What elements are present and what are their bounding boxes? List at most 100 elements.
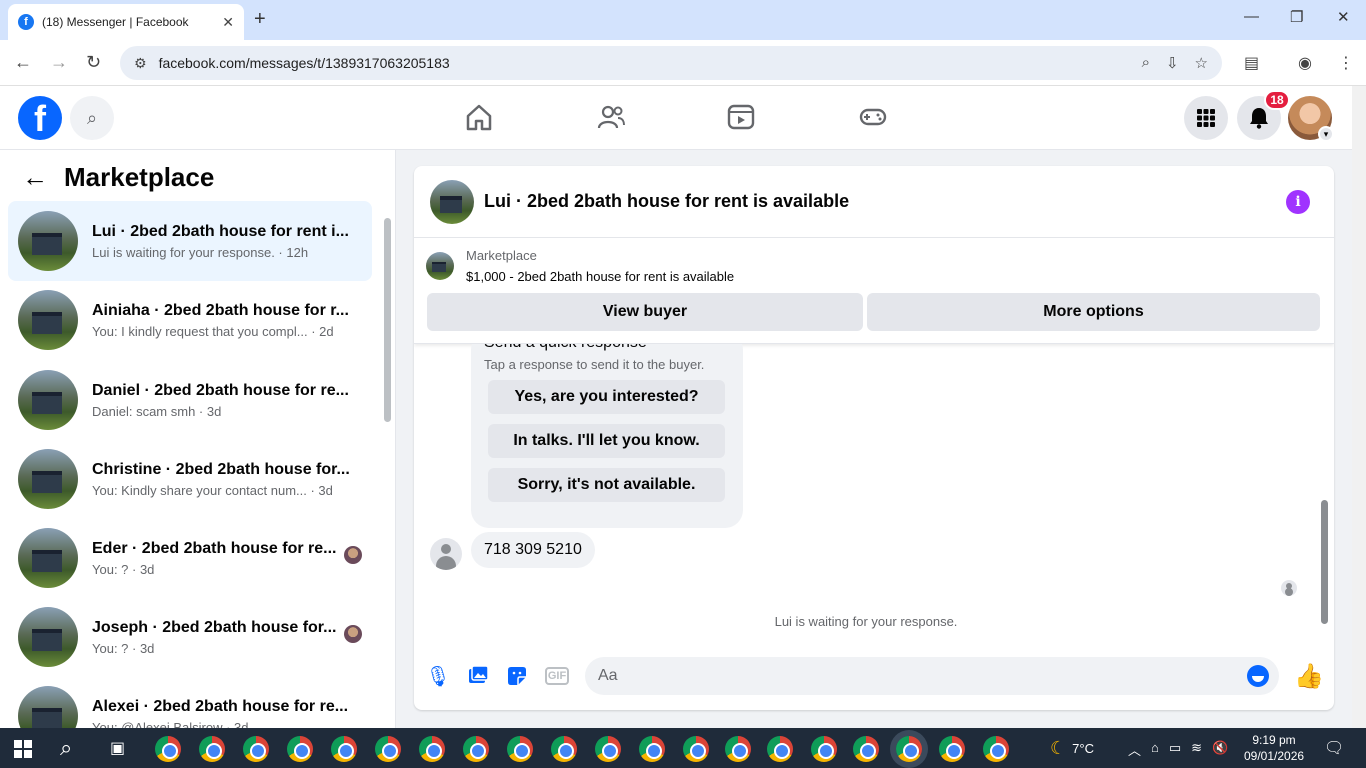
- taskbar-clock[interactable]: 9:19 pm 09/01/2026: [1244, 732, 1304, 764]
- chrome-app-icon[interactable]: [331, 736, 357, 762]
- facebook-favicon-icon: f: [18, 14, 34, 30]
- listing-thumbnail[interactable]: [426, 252, 454, 280]
- emoji-icon[interactable]: [1247, 665, 1269, 687]
- close-tab-icon[interactable]: ✕: [222, 14, 234, 31]
- battery-icon[interactable]: ▭: [1169, 740, 1181, 759]
- quick-response-button[interactable]: Sorry, it's not available.: [488, 468, 725, 502]
- conversation-preview: You: I kindly request that you compl... …: [92, 323, 334, 339]
- chrome-app-icon[interactable]: [199, 736, 225, 762]
- reload-icon[interactable]: ↻: [86, 52, 101, 73]
- chat-scroll-thumb[interactable]: [1321, 500, 1328, 624]
- weather-widget[interactable]: ☾ 7°C: [1050, 738, 1094, 759]
- quick-response-card: Send a quick response Tap a response to …: [471, 344, 743, 528]
- facebook-logo-icon[interactable]: f: [18, 96, 62, 140]
- chat-title[interactable]: Lui · 2bed 2bath house for rent is avail…: [484, 191, 849, 212]
- sticker-icon[interactable]: [505, 664, 529, 688]
- conversation-name: Joseph · 2bed 2bath house for...: [92, 618, 337, 636]
- chevron-up-icon[interactable]: ︿: [1128, 740, 1141, 759]
- chrome-app-icon[interactable]: [507, 736, 533, 762]
- quick-response-button[interactable]: In talks. I'll let you know.: [488, 424, 725, 458]
- info-icon[interactable]: i: [1286, 190, 1310, 214]
- listing-title[interactable]: $1,000 - 2bed 2bath house for rent is av…: [466, 269, 734, 284]
- chrome-app-icon[interactable]: [419, 736, 445, 762]
- browser-tab[interactable]: f (18) Messenger | Facebook ✕: [8, 4, 244, 40]
- windows-start-icon[interactable]: [14, 740, 32, 758]
- view-buyer-button[interactable]: View buyer: [427, 293, 863, 331]
- new-tab-icon[interactable]: +: [254, 8, 266, 31]
- conversation-item[interactable]: Daniel · 2bed 2bath house for re... Dani…: [8, 360, 372, 440]
- sender-avatar[interactable]: [430, 538, 462, 570]
- chrome-app-icon[interactable]: [639, 736, 665, 762]
- moon-icon: ☾: [1050, 738, 1067, 758]
- chrome-app-icon[interactable]: [725, 736, 751, 762]
- conversation-item[interactable]: Ainiaha · 2bed 2bath house for r... You:…: [8, 280, 372, 360]
- friends-icon[interactable]: [596, 102, 626, 132]
- notification-center-icon[interactable]: 🗨: [1324, 738, 1344, 758]
- chrome-app-icon[interactable]: [939, 736, 965, 762]
- wifi-icon[interactable]: ≋: [1191, 740, 1202, 759]
- task-view-icon[interactable]: ▣: [110, 738, 125, 758]
- photo-icon[interactable]: [466, 664, 490, 688]
- conversation-item[interactable]: Eder · 2bed 2bath house for re... You: ?…: [8, 518, 372, 598]
- conversation-preview: You: ? · 3d: [92, 640, 155, 656]
- search-icon[interactable]: ⌕: [70, 96, 114, 140]
- home-icon[interactable]: [464, 102, 494, 132]
- chrome-app-icon[interactable]: [983, 736, 1009, 762]
- quick-response-button[interactable]: Yes, are you interested?: [488, 380, 725, 414]
- back-arrow-icon[interactable]: ←: [22, 162, 48, 193]
- sidebar-scroll-thumb[interactable]: [384, 218, 391, 422]
- back-icon[interactable]: ←: [14, 52, 32, 73]
- chrome-app-icon[interactable]: [767, 736, 793, 762]
- conversation-item[interactable]: Christine · 2bed 2bath house for... You:…: [8, 439, 372, 519]
- chrome-app-icon[interactable]: [896, 736, 922, 762]
- gaming-icon[interactable]: [858, 102, 888, 132]
- chrome-app-icon[interactable]: [463, 736, 489, 762]
- url-input[interactable]: ⚙ facebook.com/messages/t/13893170632051…: [120, 46, 1222, 80]
- chrome-app-icon[interactable]: [155, 736, 181, 762]
- listing-thumbnail: [18, 370, 78, 430]
- chrome-app-icon[interactable]: [287, 736, 313, 762]
- profile-icon[interactable]: ◉: [1298, 53, 1312, 73]
- message-bubble[interactable]: 718 309 5210: [471, 532, 595, 568]
- chat-scrollbar[interactable]: [1318, 348, 1330, 638]
- conversation-item[interactable]: Alexei · 2bed 2bath house for re... You:…: [8, 676, 372, 728]
- close-window-icon[interactable]: ✕: [1337, 8, 1350, 26]
- chrome-app-icon[interactable]: [375, 736, 401, 762]
- menu-icon[interactable]: ⋮: [1338, 53, 1354, 73]
- seen-avatar-icon: [1281, 580, 1297, 596]
- conversation-item[interactable]: Joseph · 2bed 2bath house for... You: ? …: [8, 597, 372, 677]
- chrome-app-icon[interactable]: [853, 736, 879, 762]
- listing-thumbnail[interactable]: [430, 179, 474, 224]
- chrome-app-icon[interactable]: [683, 736, 709, 762]
- browser-tabstrip: f (18) Messenger | Facebook ✕ + — ❐ ✕: [0, 0, 1366, 40]
- message-thread: Send a quick response Tap a response to …: [414, 344, 1334, 642]
- thumbs-up-icon[interactable]: 👍: [1294, 662, 1324, 691]
- chrome-app-icon[interactable]: [243, 736, 269, 762]
- more-options-button[interactable]: More options: [867, 293, 1320, 331]
- restore-icon[interactable]: ❐: [1290, 8, 1303, 26]
- zoom-icon[interactable]: ⌕: [1142, 54, 1150, 72]
- reading-mode-icon[interactable]: ▤: [1244, 53, 1259, 73]
- chrome-app-icon[interactable]: [551, 736, 577, 762]
- listing-thumbnail: [18, 607, 78, 667]
- sidebar-scrollbar[interactable]: [382, 208, 392, 724]
- clock-time: 9:19 pm: [1252, 733, 1296, 747]
- minimize-icon[interactable]: —: [1244, 8, 1259, 25]
- volume-muted-icon[interactable]: 🔇: [1212, 740, 1228, 759]
- meet-now-icon[interactable]: ⌂: [1151, 740, 1159, 759]
- forward-icon[interactable]: →: [50, 52, 68, 73]
- bookmark-star-icon[interactable]: ☆: [1195, 54, 1208, 72]
- message-input[interactable]: Aa: [585, 657, 1279, 695]
- chevron-down-icon[interactable]: ▾: [1318, 126, 1334, 142]
- gif-icon[interactable]: GIF: [545, 667, 569, 685]
- conversation-item[interactable]: Lui · 2bed 2bath house for rent i... Lui…: [8, 201, 372, 281]
- video-icon[interactable]: [726, 102, 756, 132]
- chrome-app-icon[interactable]: [811, 736, 837, 762]
- chrome-app-icon[interactable]: [595, 736, 621, 762]
- microphone-icon[interactable]: 🎙: [425, 664, 450, 688]
- install-app-icon[interactable]: ⇩: [1166, 54, 1179, 72]
- page-scrollbar[interactable]: [1352, 86, 1366, 728]
- site-info-icon[interactable]: ⚙: [134, 55, 147, 72]
- menu-grid-icon[interactable]: [1184, 96, 1228, 140]
- taskbar-search-icon[interactable]: ⌕: [60, 735, 72, 761]
